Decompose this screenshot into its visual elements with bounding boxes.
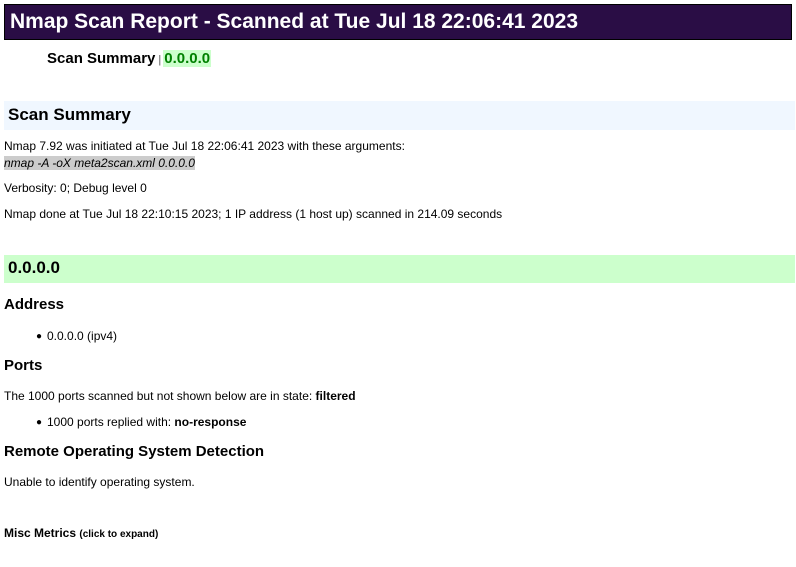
- scan-done-text: Nmap done at Tue Jul 18 22:10:15 2023; 1…: [4, 207, 503, 221]
- verbosity-text: Verbosity: 0; Debug level 0: [4, 181, 147, 195]
- report-title: Nmap Scan Report - Scanned at Tue Jul 18…: [4, 4, 792, 40]
- scan-arguments: nmap -A -oX meta2scan.xml 0.0.0.0: [4, 156, 195, 170]
- os-detection-text: Unable to identify operating system.: [4, 475, 195, 489]
- bullet-icon: ●: [36, 417, 43, 428]
- ports-reply-prefix: 1000 ports replied with:: [47, 415, 175, 429]
- ports-state-value: filtered: [315, 389, 356, 403]
- ports-reply-item: ● 1000 ports replied with: no-response: [36, 414, 246, 431]
- nav-scan-summary-label: Scan Summary: [47, 50, 156, 67]
- host-heading: 0.0.0.0: [4, 255, 795, 283]
- ports-reply-value: no-response: [174, 415, 247, 429]
- address-list-item: ● 0.0.0.0 (ipv4): [36, 328, 117, 345]
- address-heading: Address: [4, 296, 65, 313]
- scan-initiated-text: Nmap 7.92 was initiated at Tue Jul 18 22…: [4, 139, 405, 153]
- scan-arguments-line: nmap -A -oX meta2scan.xml 0.0.0.0: [4, 155, 195, 171]
- address-value: 0.0.0.0 (ipv4): [47, 329, 118, 343]
- ports-heading: Ports: [4, 357, 43, 374]
- bullet-icon: ●: [36, 331, 43, 342]
- nav-separator: |: [158, 54, 162, 66]
- top-nav: Scan Summary | 0.0.0.0: [47, 50, 212, 69]
- misc-metrics-toggle[interactable]: Misc Metrics (click to expand): [4, 525, 158, 543]
- scan-summary-heading: Scan Summary: [4, 101, 795, 130]
- misc-metrics-label: Misc Metrics: [4, 526, 77, 540]
- nav-host-link[interactable]: 0.0.0.0: [163, 50, 212, 67]
- ports-state-text: The 1000 ports scanned but not shown bel…: [4, 388, 356, 404]
- os-detection-heading: Remote Operating System Detection: [4, 443, 265, 460]
- ports-state-prefix: The 1000 ports scanned but not shown bel…: [4, 389, 316, 403]
- misc-metrics-hint: (click to expand): [79, 529, 159, 540]
